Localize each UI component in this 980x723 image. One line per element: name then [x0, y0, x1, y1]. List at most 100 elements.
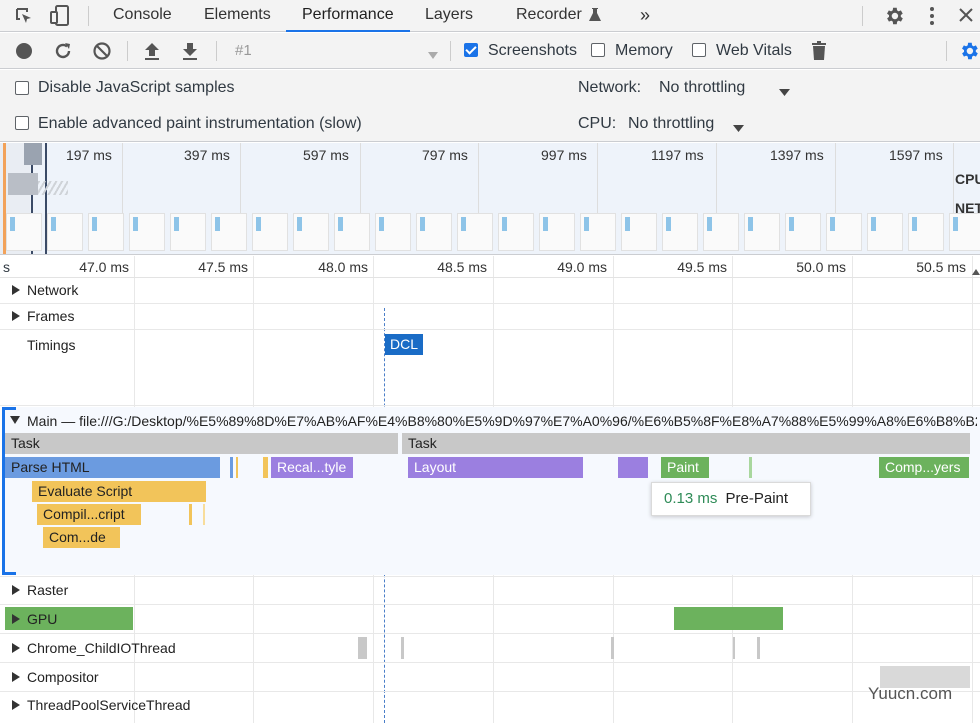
flame-recalc-style[interactable]: Recal...tyle — [271, 457, 353, 478]
screenshot-thumbnail[interactable] — [170, 213, 206, 251]
memory-checkbox[interactable] — [591, 43, 605, 57]
track-main[interactable]: Main — file:///G:/Desktop/%E5%89%8D%E7%A… — [27, 413, 977, 429]
screenshot-thumbnail[interactable] — [949, 213, 980, 251]
screenshot-thumbnail[interactable] — [785, 213, 821, 251]
track-compositor[interactable]: Compositor — [27, 669, 99, 685]
flame-evaluate-script[interactable]: Evaluate Script — [32, 481, 206, 502]
thread-activity-slice[interactable] — [358, 637, 367, 659]
reload-record-icon[interactable] — [53, 41, 73, 61]
upload-icon[interactable] — [143, 41, 161, 61]
track-gpu[interactable]: GPU — [27, 611, 57, 627]
screenshot-thumbnail[interactable] — [6, 213, 42, 251]
tab-recorder[interactable]: Recorder — [516, 0, 582, 32]
performance-toolbar: #1 Screenshots Memory Web Vitals — [0, 33, 980, 69]
gear-icon[interactable] — [883, 5, 905, 27]
web-vitals-checkbox[interactable] — [692, 43, 706, 57]
screenshot-thumbnail[interactable] — [457, 213, 493, 251]
network-throttling-select[interactable]: No throttling — [659, 79, 745, 97]
screenshot-thumbnail[interactable] — [88, 213, 124, 251]
flame-slice[interactable] — [230, 457, 233, 478]
tab-performance[interactable]: Performance — [286, 0, 410, 32]
screenshot-thumbnail[interactable] — [129, 213, 165, 251]
flame-compile-script[interactable]: Compil...cript — [37, 504, 141, 525]
thread-activity-slice[interactable] — [733, 637, 735, 659]
trash-icon[interactable] — [811, 41, 827, 61]
screenshots-checkbox[interactable] — [464, 43, 478, 57]
expand-triangle-icon[interactable] — [12, 285, 20, 295]
flame-slice[interactable] — [749, 457, 752, 478]
expand-triangle-icon[interactable] — [12, 672, 20, 682]
flame-slice[interactable] — [263, 457, 268, 478]
flame-composite-layers[interactable]: Comp...yers — [879, 457, 969, 478]
close-icon[interactable] — [958, 7, 974, 23]
track-timings[interactable]: Timings — [27, 337, 76, 353]
more-tabs-button[interactable]: » — [640, 0, 650, 32]
flame-slice[interactable] — [618, 457, 648, 478]
tab-layers[interactable]: Layers — [425, 0, 473, 32]
screenshot-thumbnail[interactable] — [662, 213, 698, 251]
screenshot-thumbnail[interactable] — [252, 213, 288, 251]
expand-triangle-icon[interactable] — [12, 643, 20, 653]
flame-task[interactable]: Task — [402, 433, 970, 454]
screenshot-thumbnail[interactable] — [375, 213, 411, 251]
cpu-throttling-select[interactable]: No throttling — [628, 115, 714, 133]
expand-triangle-icon[interactable] — [12, 700, 20, 710]
screenshot-thumbnail[interactable] — [580, 213, 616, 251]
collapse-triangle-icon[interactable] — [10, 416, 20, 424]
screenshot-thumbnail[interactable] — [703, 213, 739, 251]
clear-icon[interactable] — [92, 41, 112, 61]
screenshot-thumbnail[interactable] — [334, 213, 370, 251]
screenshot-thumbnail[interactable] — [621, 213, 657, 251]
gpu-activity-bar[interactable] — [5, 607, 133, 630]
capture-settings-icon[interactable] — [958, 40, 980, 62]
timeline-overview[interactable]: 197 ms 397 ms 597 ms 797 ms 997 ms 1197 … — [0, 143, 980, 255]
track-frames[interactable]: Frames — [27, 308, 74, 324]
screenshot-thumbnail[interactable] — [293, 213, 329, 251]
track-chrome-child-io-thread[interactable]: Chrome_ChildIOThread — [27, 640, 176, 656]
screenshot-thumbnail[interactable] — [867, 213, 903, 251]
screenshot-thumbnail[interactable] — [744, 213, 780, 251]
thread-activity-slice[interactable] — [401, 637, 404, 659]
chevron-down-icon[interactable] — [428, 47, 438, 59]
flame-paint[interactable]: Paint — [661, 457, 709, 478]
screenshot-thumbnail[interactable] — [826, 213, 862, 251]
download-icon[interactable] — [181, 41, 199, 61]
screenshot-thumbnail[interactable] — [498, 213, 534, 251]
screenshot-thumbnail[interactable] — [211, 213, 247, 251]
flame-layout[interactable]: Layout — [408, 457, 583, 478]
flask-icon — [589, 8, 601, 22]
screenshot-thumbnail[interactable] — [539, 213, 575, 251]
flame-slice[interactable] — [203, 504, 205, 525]
profile-select[interactable]: #1 — [235, 42, 252, 59]
advanced-paint-checkbox[interactable] — [15, 116, 29, 130]
flame-slice[interactable] — [236, 457, 238, 478]
track-raster[interactable]: Raster — [27, 582, 68, 598]
chevron-down-icon[interactable] — [779, 84, 790, 96]
screenshot-thumbnail[interactable] — [416, 213, 452, 251]
flame-compile-code[interactable]: Com...de — [43, 527, 120, 548]
tab-elements[interactable]: Elements — [204, 0, 271, 32]
thread-activity-slice[interactable] — [757, 637, 760, 659]
disable-js-samples-checkbox[interactable] — [15, 81, 29, 95]
flame-task[interactable]: Task — [5, 433, 398, 454]
advanced-paint-label: Enable advanced paint instrumentation (s… — [38, 115, 362, 132]
screenshot-thumbnail[interactable] — [908, 213, 944, 251]
tab-console[interactable]: Console — [113, 0, 172, 32]
thread-activity-slice[interactable] — [611, 637, 614, 659]
expand-triangle-icon[interactable] — [12, 311, 20, 321]
chevron-down-icon[interactable] — [733, 120, 744, 132]
flame-slice[interactable] — [189, 504, 192, 525]
gpu-activity-bar[interactable] — [674, 607, 783, 630]
device-toolbar-icon[interactable] — [50, 5, 70, 27]
track-network[interactable]: Network — [27, 282, 78, 298]
kebab-menu-icon[interactable] — [928, 5, 936, 27]
inspect-element-icon[interactable] — [14, 6, 34, 26]
record-icon[interactable] — [15, 42, 33, 60]
flame-parse-html[interactable]: Parse HTML — [5, 457, 220, 478]
screenshot-thumbnail[interactable] — [47, 213, 83, 251]
expand-triangle-icon[interactable] — [12, 585, 20, 595]
chevron-up-icon[interactable] — [972, 262, 980, 275]
dcl-marker[interactable]: DCL — [385, 334, 424, 355]
expand-triangle-icon[interactable] — [12, 614, 20, 624]
track-threadpool-service-thread[interactable]: ThreadPoolServiceThread — [27, 697, 190, 713]
